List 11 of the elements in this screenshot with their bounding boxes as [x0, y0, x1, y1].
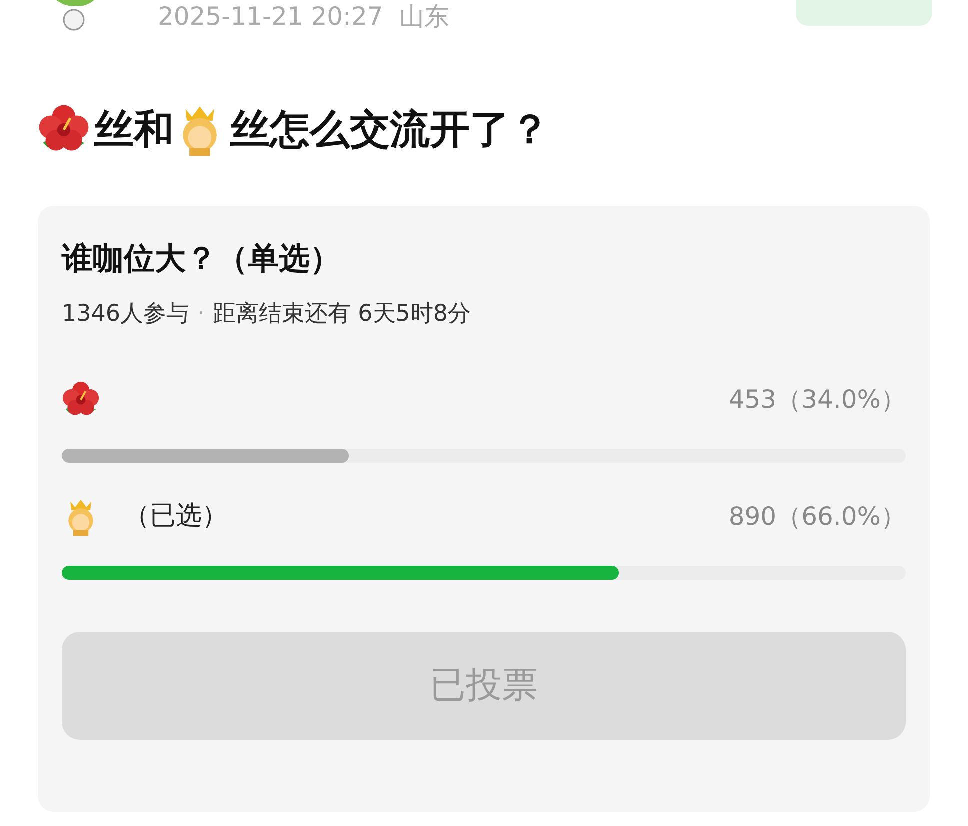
vote-result: 890（66.0%）: [728, 500, 906, 533]
separator-dot: ·: [198, 300, 205, 328]
participant-count: 1346人参与: [62, 300, 190, 328]
time-remaining: 距离结束还有 6天5时8分: [212, 300, 472, 328]
post-location: 山东: [399, 4, 450, 29]
post-title-text: 丝怎么交流开了？: [230, 106, 550, 155]
selected-label: （已选）: [124, 500, 228, 533]
poll-question: 谁咖位大？（单选）: [62, 240, 342, 279]
post-title-text: 丝和: [94, 106, 174, 155]
post-time: 2025-11-21 20:27: [158, 4, 384, 29]
vote-result: 453（34.0%）: [728, 384, 906, 416]
